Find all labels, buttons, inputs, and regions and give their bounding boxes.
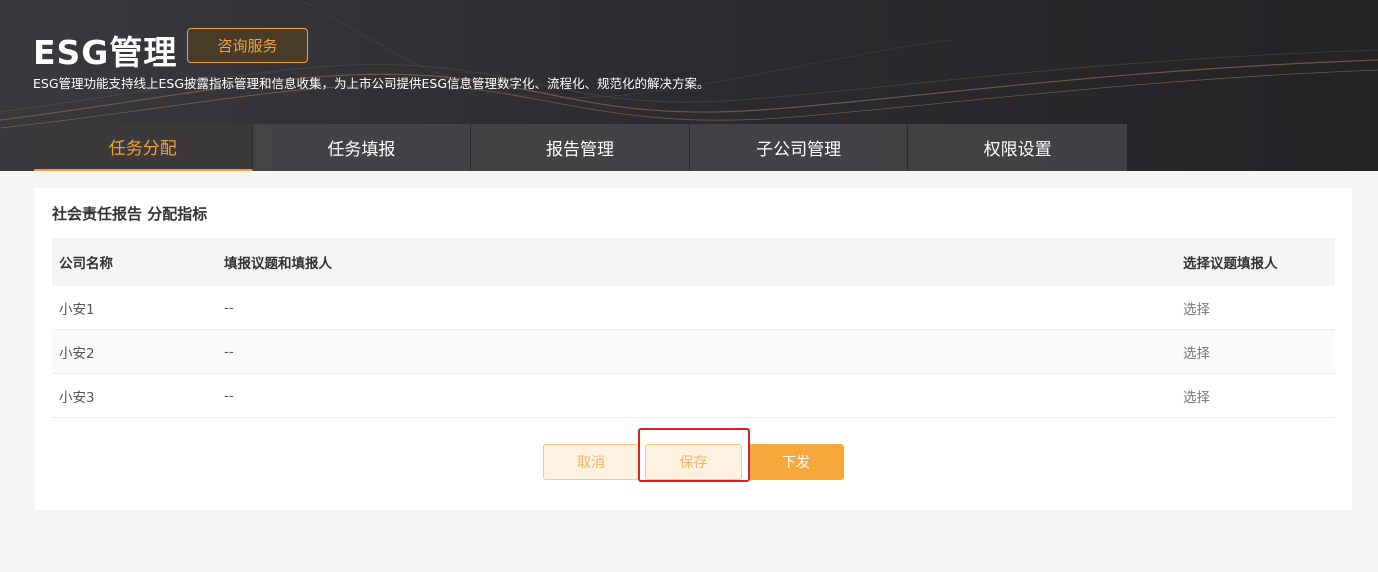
cell-company: 小安3: [59, 389, 95, 406]
page-subtitle: ESG管理功能支持线上ESG披露指标管理和信息收集，为上市公司提供ESG信息管理…: [33, 76, 710, 91]
table-row: 小安1 -- 选择: [52, 286, 1335, 330]
cancel-button[interactable]: 取消: [543, 444, 639, 480]
table-header: 公司名称 填报议题和填报人 选择议题填报人: [52, 238, 1335, 286]
select-link[interactable]: 选择: [1183, 346, 1210, 362]
tab-permission-settings[interactable]: 权限设置: [908, 124, 1127, 171]
card-title: 社会责任报告 分配指标: [52, 205, 208, 223]
assign-table: 公司名称 填报议题和填报人 选择议题填报人 小安1 -- 选择 小安2 -- 选…: [52, 238, 1335, 418]
column-header-select: 选择议题填报人: [1183, 256, 1278, 272]
send-button[interactable]: 下发: [748, 444, 844, 480]
tab-bar: 任务分配 任务填报 报告管理 子公司管理 权限设置: [34, 124, 1127, 171]
column-header-topics: 填报议题和填报人: [224, 256, 332, 272]
cell-topics: --: [224, 387, 234, 404]
tab-subsidiary-manage[interactable]: 子公司管理: [689, 124, 909, 171]
tab-task-fill[interactable]: 任务填报: [252, 124, 472, 171]
consult-service-button[interactable]: 咨询服务: [187, 28, 308, 63]
table-row: 小安2 -- 选择: [52, 330, 1335, 374]
page-header: ESG管理 咨询服务 ESG管理功能支持线上ESG披露指标管理和信息收集，为上市…: [0, 0, 1378, 171]
cell-topics: --: [224, 343, 234, 360]
cell-company: 小安1: [59, 301, 95, 318]
select-link[interactable]: 选择: [1183, 302, 1210, 318]
tab-task-assign[interactable]: 任务分配: [34, 124, 253, 171]
cell-topics: --: [224, 299, 234, 316]
table-row: 小安3 -- 选择: [52, 374, 1335, 418]
cell-company: 小安2: [59, 345, 95, 362]
page-title: ESG管理: [33, 33, 178, 72]
select-link[interactable]: 选择: [1183, 390, 1210, 406]
save-button[interactable]: 保存: [645, 444, 742, 480]
tab-report-manage[interactable]: 报告管理: [471, 124, 690, 171]
column-header-company: 公司名称: [59, 256, 113, 272]
assign-card: 社会责任报告 分配指标 公司名称 填报议题和填报人 选择议题填报人 小安1 --…: [35, 188, 1352, 510]
